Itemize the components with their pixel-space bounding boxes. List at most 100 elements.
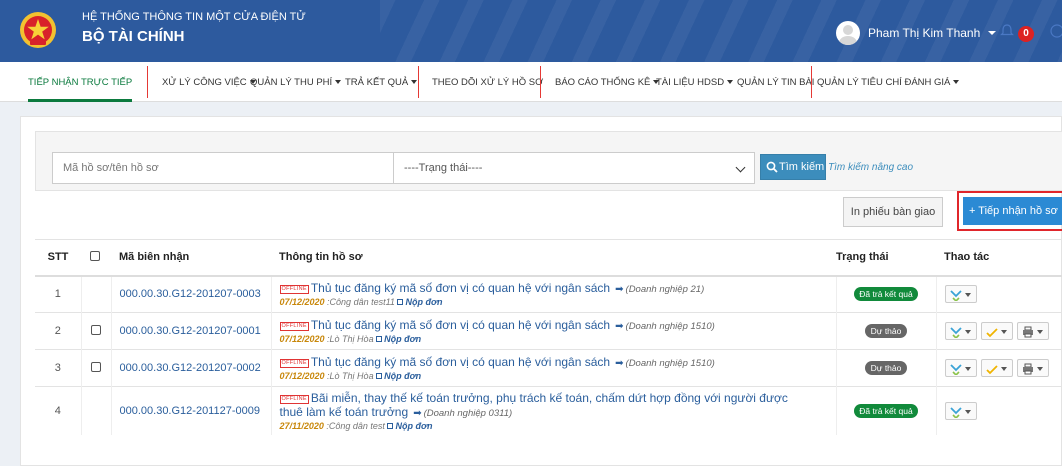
nav-quan-ly-thu-phi[interactable]: QUẢN LÝ THU PHÍ (250, 62, 342, 102)
row-code-link[interactable]: 000.00.30.G12-201127-0009 (110, 386, 271, 435)
edit-action-button[interactable] (980, 359, 1013, 377)
user-avatar[interactable] (836, 21, 860, 45)
submit-link[interactable]: Nộp đơn (384, 334, 421, 344)
edit-action-button[interactable] (980, 322, 1013, 340)
table-row: 1 000.00.30.G12-201207-0003 OFFLINE Thủ t… (35, 275, 1062, 313)
nav-xu-ly-cong-viec[interactable]: XỬ LÝ CÔNG VIỆC (162, 62, 256, 102)
status-select[interactable]: ----Trạng thái---- (393, 152, 755, 184)
nav-divider (418, 66, 419, 98)
status-badge: Đã trả kết quả (854, 403, 918, 418)
bell-icon[interactable] (1000, 24, 1014, 38)
process-action-button[interactable] (944, 285, 977, 304)
row-code-link[interactable]: 000.00.30.G12-201207-0003 (110, 275, 271, 313)
offline-tag: OFFLINE (279, 285, 309, 295)
procedure-link[interactable]: Thủ tục đăng ký mã số đơn vị có quan hệ … (311, 281, 610, 295)
globe-icon[interactable] (1050, 24, 1062, 38)
row-code-link[interactable]: 000.00.30.G12-201207-0002 (110, 349, 271, 387)
main-panel: ----Trạng thái---- Tìm kiếm Tìm kiếm nân… (20, 116, 1062, 466)
row-info: OFFLINE Thủ tục đăng ký mã số đơn vị có q… (270, 312, 836, 350)
nav-quan-ly-tieu-chi-danh-gia[interactable]: QUẢN LÝ TIÊU CHÍ ĐÁNH GIÁ (817, 62, 960, 102)
process-action-button[interactable] (944, 359, 977, 377)
nav-tai-lieu-hdsd[interactable]: TÀI LIỆU HDSD (656, 62, 734, 102)
header-status: Trạng thái (836, 239, 936, 277)
edit-icon (985, 328, 998, 338)
header-info: Thông tin hồ sơ (271, 239, 836, 277)
external-link-icon (396, 299, 403, 306)
process-action-button[interactable] (944, 401, 977, 420)
row-checkbox[interactable] (90, 324, 101, 335)
advanced-search-link[interactable]: Tìm kiếm nâng cao (828, 162, 913, 173)
row-code-link[interactable]: 000.00.30.G12-201207-0001 (110, 312, 271, 350)
process-action-button[interactable] (944, 322, 977, 340)
procedure-link[interactable]: Thủ tục đăng ký mã số đơn vị có quan hệ … (311, 318, 610, 332)
table-header-row: STT Mã biên nhận Thông tin hồ sơ Trạng t… (35, 239, 1062, 277)
nav-theo-doi-xu-ly-ho-so[interactable]: THEO DÕI XỬ LÝ HỒ SƠ (432, 62, 543, 102)
table-row: 2 000.00.30.G12-201207-0001 OFFLINE Thủ t… (35, 312, 1062, 350)
keyword-search-input[interactable] (52, 152, 394, 184)
status-badge: Dự thảo (864, 324, 908, 338)
dossier-table: STT Mã biên nhận Thông tin hồ sơ Trạng t… (35, 239, 1062, 435)
chevron-down-icon[interactable] (988, 31, 996, 35)
row-info: OFFLINE Thủ tục đăng ký mã số đơn vị có q… (270, 349, 836, 387)
status-badge: Đã trả kết quả (854, 287, 918, 302)
business-name: (Doanh nghiệp 1510) (625, 321, 715, 332)
offline-tag: OFFLINE (279, 394, 309, 404)
row-actions (935, 349, 1062, 387)
notification-badge[interactable]: 0 (1018, 26, 1034, 42)
receive-dossier-button[interactable]: + Tiếp nhận hồ sơ (963, 197, 1062, 225)
procedure-link-cont[interactable]: thuê làm kế toán trưởng (280, 405, 409, 419)
national-emblem-icon (20, 12, 56, 48)
chevron-down-icon (411, 80, 418, 85)
row-checkbox[interactable] (90, 361, 101, 372)
select-all-checkbox[interactable] (90, 250, 100, 261)
procedure-link[interactable]: Bãi miễn, thay thế kế toán trưởng, phụ t… (311, 391, 788, 405)
header-select-all (81, 239, 111, 277)
offline-tag: OFFLINE (279, 359, 309, 368)
procedure-link[interactable]: Thủ tục đăng ký mã số đơn vị có quan hệ … (311, 355, 610, 369)
nav-tiep-nhan-truc-tiep[interactable]: TIẾP NHẬN TRỰC TIẾP (28, 62, 133, 102)
table-row: 3 000.00.30.G12-201207-0002 OFFLINE Thủ t… (35, 349, 1062, 387)
user-menu[interactable]: Pham Thị Kim Thanh (868, 26, 980, 40)
search-icon (766, 161, 778, 173)
nav-tra-ket-qua[interactable]: TRẢ KẾT QUẢ (345, 62, 418, 102)
nav-quan-ly-tin-bai[interactable]: QUẢN LÝ TIN BÀI (737, 62, 814, 102)
search-button[interactable]: Tìm kiếm (760, 154, 826, 180)
row-stt: 1 (35, 275, 81, 313)
arrow-right-icon: ➡ (615, 358, 624, 369)
row-meta: 27/11/2020 :Công dân test Nộp đơn (280, 421, 836, 431)
arrow-right-icon: ➡ (413, 407, 422, 419)
nav-bao-cao-thong-ke[interactable]: BÁO CÁO THỐNG KÊ (555, 62, 660, 102)
header-stt: STT (35, 239, 81, 277)
row-date: 27/11/2020 (279, 420, 324, 431)
nav-divider (811, 66, 812, 98)
external-link-icon (375, 336, 382, 342)
submit-link[interactable]: Nộp đơn (405, 297, 442, 307)
row-submitter: :Công dân test11 (324, 297, 395, 308)
row-meta: 07/12/2020 :Công dân test11 Nộp đơn (280, 297, 836, 307)
arrow-right-icon: ➡ (615, 321, 624, 332)
chevron-down-icon (735, 162, 746, 173)
row-submitter: :Lò Thị Hòa (324, 334, 374, 344)
print-handover-button[interactable]: In phiếu bàn giao (843, 197, 943, 227)
business-name: (Doanh nghiệp 0311) (423, 407, 513, 419)
business-name: (Doanh nghiệp 1510) (625, 358, 715, 369)
chevron-down-icon (727, 80, 734, 85)
row-checkbox-cell (80, 386, 111, 435)
submit-link[interactable]: Nộp đơn (384, 371, 421, 381)
arrow-right-icon: ➡ (615, 284, 624, 296)
print-action-button[interactable] (1016, 359, 1049, 377)
row-date: 07/12/2020 (279, 297, 325, 308)
submit-link[interactable]: Nộp đơn (395, 421, 432, 431)
row-meta: 07/12/2020 :Lò Thị Hòa Nộp đơn (280, 334, 836, 344)
offline-tag: OFFLINE (279, 322, 309, 331)
row-actions (935, 386, 1062, 435)
row-checkbox-cell (80, 349, 111, 387)
header-code: Mã biên nhận (111, 239, 271, 277)
process-icon (949, 290, 962, 302)
row-stt: 2 (35, 312, 81, 350)
header-actions: Thao tác (936, 239, 1062, 277)
row-meta: 07/12/2020 :Lò Thị Hòa Nộp đơn (280, 371, 836, 381)
row-submitter: :Lò Thị Hòa (324, 371, 374, 381)
print-action-button[interactable] (1016, 322, 1049, 340)
row-actions (935, 275, 1062, 313)
